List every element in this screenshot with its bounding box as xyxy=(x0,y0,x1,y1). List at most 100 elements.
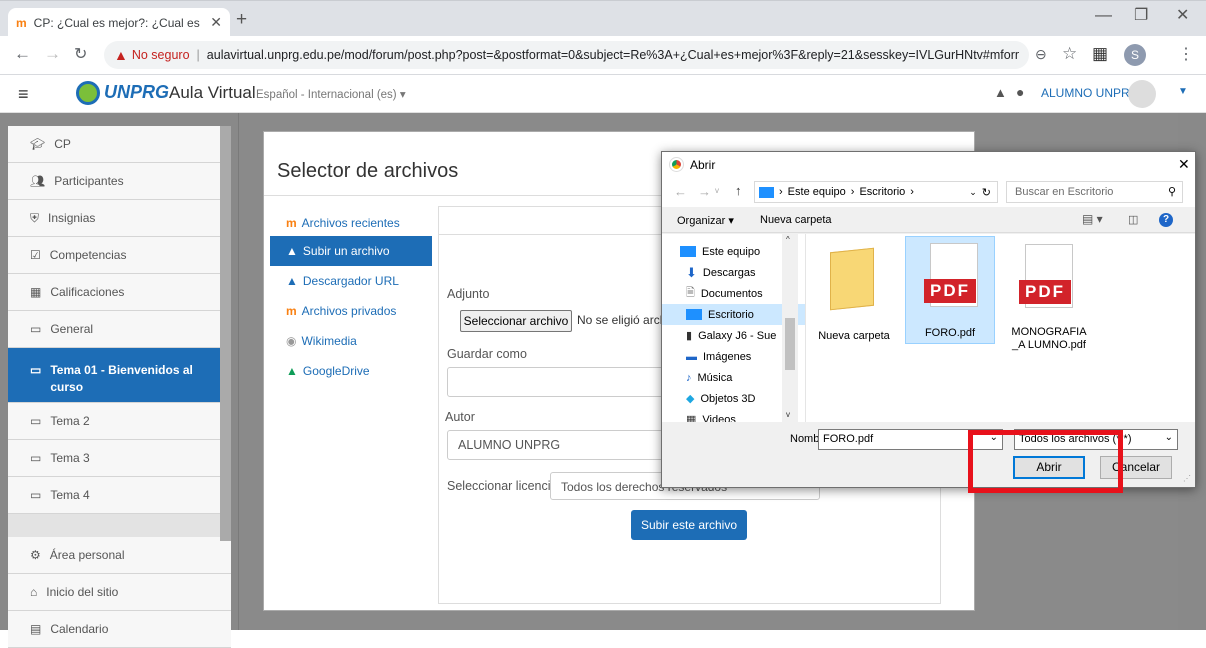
tab-title: CP: ¿Cual es mejor?: ¿Cual es mej xyxy=(33,15,204,30)
chat-icon[interactable]: ● xyxy=(1016,84,1024,100)
repo-archivos-recientes[interactable]: m Archivos recientes xyxy=(270,208,432,238)
minimize-window-icon[interactable]: — xyxy=(1095,5,1112,25)
picker-title: Selector de archivos xyxy=(277,160,459,182)
tree-musica[interactable]: ♪ Música xyxy=(686,367,732,388)
drawer-scrollbar[interactable] xyxy=(220,126,231,541)
drawer-item-cp[interactable]: 🎓︎ CP xyxy=(8,126,231,163)
tree-documentos[interactable]: 🗎︎ Documentos xyxy=(686,283,763,304)
url-text: aulavirtual.unprg.edu.pe/mod/forum/post.… xyxy=(206,48,1019,62)
navigation-scrollbar[interactable]: ^ v xyxy=(782,234,798,422)
moodle-favicon-icon: m xyxy=(16,15,27,30)
desktop-icon xyxy=(686,309,702,320)
moodle-icon: m xyxy=(286,216,297,230)
tree-objetos-3d[interactable]: ◆ Objetos 3D xyxy=(686,388,756,409)
drawer-item-tema-01[interactable]: ▭ Tema 01 - Bienvenidos al curso xyxy=(8,348,231,403)
tab-close-icon[interactable]: ✕ xyxy=(210,14,222,31)
forward-icon[interactable]: → xyxy=(44,44,61,64)
warning-icon: ▲ xyxy=(114,47,128,63)
files-pane: Nueva carpeta PDF FORO.pdf PDF MONOGRAFI… xyxy=(805,234,1195,422)
site-name[interactable]: Aula Virtual xyxy=(169,83,256,103)
filter-dropdown-icon: ⌄ xyxy=(1164,432,1173,443)
drawer-item-tema-3[interactable]: ▭ Tema 3 xyxy=(8,440,231,477)
new-tab-icon[interactable]: + xyxy=(236,9,247,31)
breadcrumb-escritorio[interactable]: Escritorio xyxy=(859,186,905,198)
drawer-item-participantes[interactable]: 👥︎ Participantes xyxy=(8,163,231,200)
download-arrow-icon: ⬇ xyxy=(686,264,697,280)
back-icon[interactable]: ← xyxy=(14,44,31,64)
upload-icon: ▲ xyxy=(286,244,298,258)
drawer-item-general[interactable]: ▭ General xyxy=(8,311,231,348)
moodle-icon: m xyxy=(286,304,297,318)
tree-imagenes[interactable]: ▬ Imágenes xyxy=(686,346,751,367)
user-avatar[interactable] xyxy=(1128,80,1156,108)
bookmark-star-icon[interactable]: ☆ xyxy=(1062,44,1077,64)
view-options-icon[interactable]: ▤ ▾ xyxy=(1082,212,1103,226)
file-monografia-pdf[interactable]: PDF MONOGRAFIA_A LUMNO.pdf xyxy=(1011,236,1087,356)
bell-icon[interactable]: ▲ xyxy=(994,85,1007,100)
guardar-como-label: Guardar como xyxy=(447,347,527,361)
zoom-icon[interactable]: ⊖ xyxy=(1035,46,1047,63)
scroll-down-icon[interactable]: v xyxy=(786,410,790,419)
breadcrumb-dropdown-icon[interactable]: ⌄ xyxy=(969,187,977,198)
user-menu-caret-icon[interactable]: ▼ xyxy=(1178,86,1188,97)
drawer-item-inicio[interactable]: ⌂ Inicio del sitio xyxy=(8,574,231,611)
recent-caret-icon[interactable]: v xyxy=(715,186,719,195)
file-foro-pdf[interactable]: PDF FORO.pdf xyxy=(905,236,995,344)
repo-archivos-privados[interactable]: m Archivos privados xyxy=(270,296,432,326)
scrollbar-thumb[interactable] xyxy=(785,318,795,370)
nav-drawer: 🎓︎ CP 👥︎ Participantes ⛨ Insignias ☑ Compete… xyxy=(8,126,231,648)
resize-grip-icon[interactable]: ⋰ xyxy=(1183,474,1191,483)
chrome-icon xyxy=(669,157,684,172)
scroll-up-icon[interactable]: ^ xyxy=(786,235,790,244)
hamburger-icon[interactable]: ≡ xyxy=(18,84,29,105)
guardar-como-input[interactable] xyxy=(447,367,667,397)
breadcrumb[interactable]: › Este equipo › Escritorio › ⌄ ↻ xyxy=(754,181,998,203)
forward-arrow-icon[interactable]: → xyxy=(698,184,711,199)
drawer-item-tema-2[interactable]: ▭ Tema 2 xyxy=(8,403,231,440)
reload-icon[interactable]: ↻ xyxy=(74,44,87,64)
restore-window-icon[interactable]: ❐ xyxy=(1134,5,1148,25)
user-name[interactable]: ALUMNO UNPRG xyxy=(1041,86,1139,100)
nueva-carpeta-button[interactable]: Nueva carpeta xyxy=(760,214,832,226)
drawer-item-insignias[interactable]: ⛨ Insignias xyxy=(8,200,231,237)
extensions-grid-icon[interactable]: ▦ xyxy=(1092,44,1108,64)
repo-subir-archivo[interactable]: ▲ Subir un archivo xyxy=(270,236,432,266)
help-icon[interactable]: ? xyxy=(1159,213,1173,227)
drawer-item-tema-4[interactable]: ▭ Tema 4 xyxy=(8,477,231,514)
close-window-icon[interactable]: ✕ xyxy=(1176,5,1189,25)
back-arrow-icon[interactable]: ← xyxy=(674,184,687,199)
cube-icon: ◆ xyxy=(686,393,695,405)
choose-file-button[interactable]: Seleccionar archivo xyxy=(460,310,572,332)
drawer-item-calificaciones[interactable]: ▦ Calificaciones xyxy=(8,274,231,311)
preview-pane-icon[interactable]: ◫ xyxy=(1128,213,1138,226)
browser-tab[interactable]: m CP: ¿Cual es mejor?: ¿Cual es mej ✕ xyxy=(8,8,230,37)
up-arrow-icon[interactable]: ↑ xyxy=(735,183,742,198)
browser-toolbar: ← → ↻ ▲ No seguro | aulavirtual.unprg.ed… xyxy=(0,36,1206,75)
site-logo[interactable]: UNPRG xyxy=(104,82,169,103)
breadcrumb-este-equipo[interactable]: Este equipo xyxy=(788,186,846,198)
organizar-menu[interactable]: Organizar ▾ xyxy=(677,214,734,227)
repo-googledrive[interactable]: ▲ GoogleDrive xyxy=(270,356,432,386)
url-download-icon: ▲ xyxy=(286,274,298,288)
language-menu[interactable]: Español - Internacional (es) ▾ xyxy=(256,87,406,101)
upload-button[interactable]: Subir este archivo xyxy=(631,510,747,540)
menu-dots-icon[interactable]: ⋮ xyxy=(1178,44,1194,64)
nav-row: ← → v ↑ › Este equipo › Escritorio › ⌄ ↻… xyxy=(662,177,1195,207)
tree-este-equipo[interactable]: Este equipo xyxy=(680,241,760,262)
tree-videos[interactable]: ▦ Videos xyxy=(686,409,736,423)
drawer-item-competencias[interactable]: ☑ Competencias xyxy=(8,237,231,274)
refresh-icon[interactable]: ↻ xyxy=(982,186,991,199)
repo-descargador-url[interactable]: ▲ Descargador URL xyxy=(270,266,432,296)
autor-input[interactable]: ALUMNO UNPRG xyxy=(447,430,667,460)
file-nueva-carpeta[interactable]: Nueva carpeta xyxy=(816,238,892,346)
address-bar[interactable]: ▲ No seguro | aulavirtual.unprg.edu.pe/m… xyxy=(104,41,1029,69)
repo-wikimedia[interactable]: ◉ Wikimedia xyxy=(270,326,432,356)
home-icon: ⌂ xyxy=(30,585,38,599)
drawer-item-area-personal[interactable]: ⚙ Área personal xyxy=(8,537,231,574)
profile-avatar[interactable]: S xyxy=(1124,44,1146,66)
tree-galaxy-j6[interactable]: ▮ Galaxy J6 - Sue xyxy=(686,325,776,346)
dialog-title: Abrir xyxy=(690,158,716,172)
tree-descargas[interactable]: ⬇ Descargas xyxy=(686,262,755,283)
search-escritorio-input[interactable]: Buscar en Escritorio ⚲ xyxy=(1006,181,1183,203)
dialog-close-icon[interactable]: ✕ xyxy=(1178,156,1190,173)
